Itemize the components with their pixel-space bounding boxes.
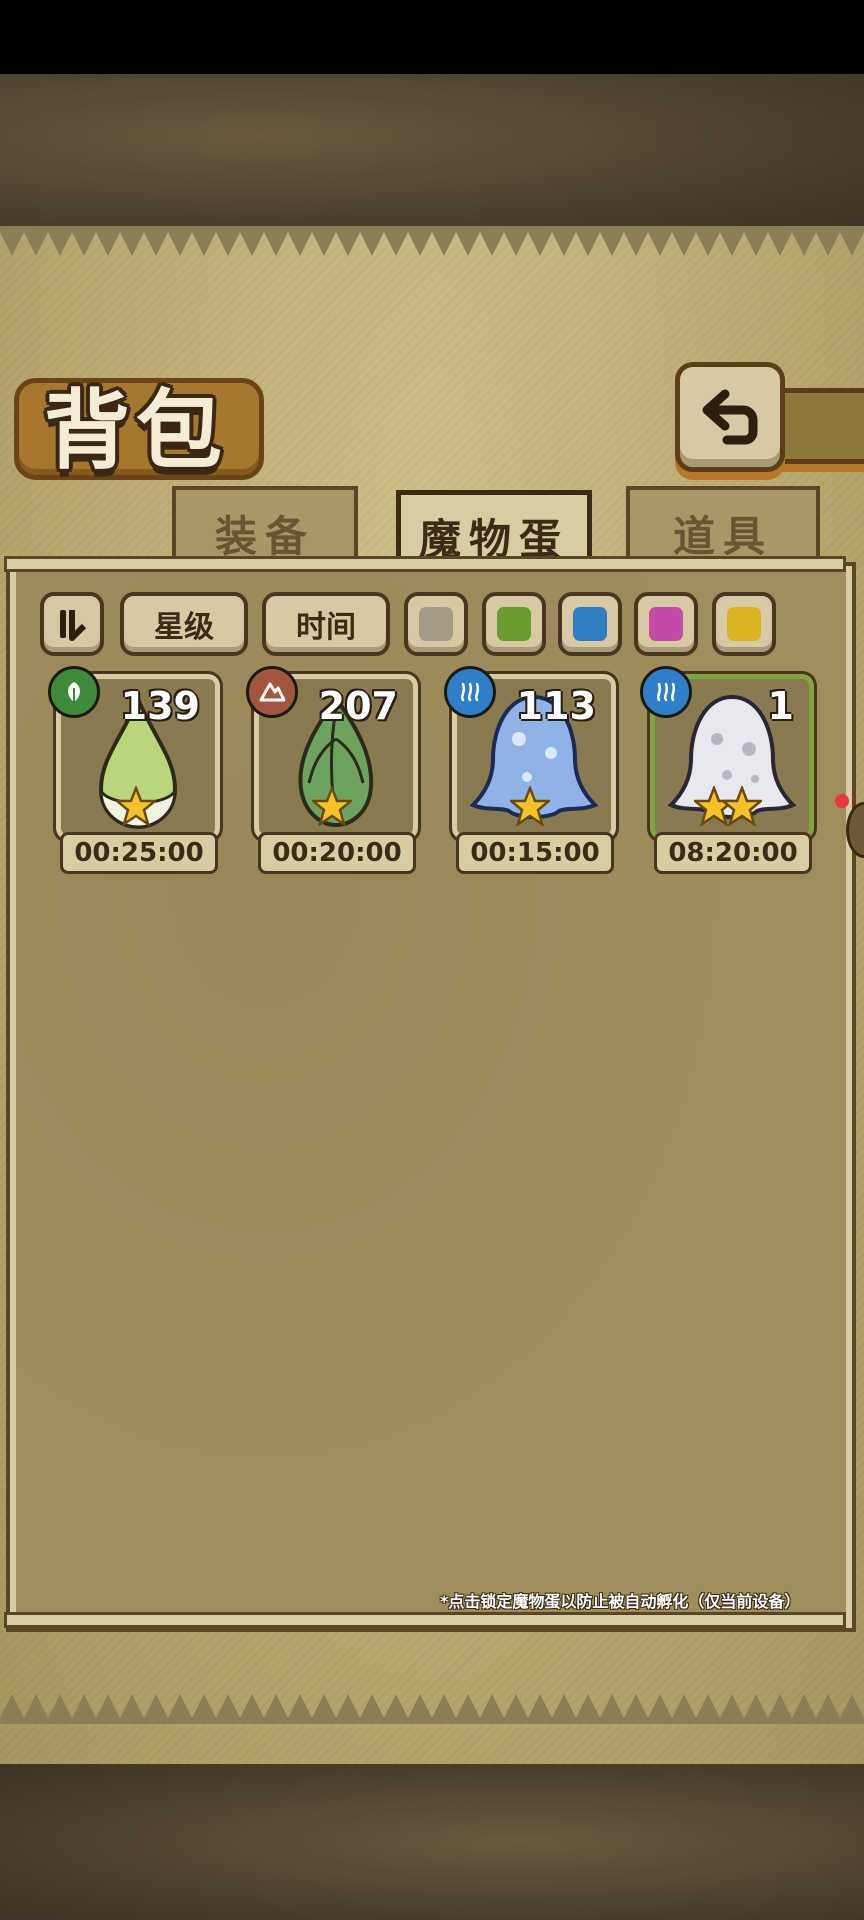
- panel-rail-top: [4, 556, 846, 572]
- star-icon: [113, 784, 159, 830]
- yellow-filter-swatch: [727, 607, 761, 641]
- lock-hint-text: *点击锁定魔物蛋以防止被自动孵化（仅当前设备）: [440, 1592, 801, 1611]
- egg-timer: 00:25:00: [60, 832, 218, 874]
- leaf-icon: [48, 666, 100, 718]
- egg-timer: 08:20:00: [654, 832, 812, 874]
- mountain-icon: [246, 666, 298, 718]
- status-bar: [0, 0, 864, 74]
- map-background-top: [0, 74, 864, 230]
- egg-count: 113: [516, 684, 596, 728]
- star-icon: [309, 784, 355, 830]
- egg-timer: 00:20:00: [258, 832, 416, 874]
- sort-toggle-icon: [60, 610, 87, 641]
- page-title: 背包: [44, 381, 228, 481]
- egg-count: 139: [120, 684, 200, 728]
- egg-count: 207: [318, 684, 398, 728]
- notification-dot: [835, 794, 849, 808]
- egg-count: 1: [767, 684, 794, 728]
- back-button[interactable]: [675, 362, 785, 472]
- gray-filter-swatch: [419, 607, 453, 641]
- panel-rail-bottom: [4, 1612, 846, 1628]
- zigzag-border-bottom: [0, 1694, 864, 1724]
- steam-icon: [640, 666, 692, 718]
- yellow-filter-button[interactable]: [712, 592, 776, 656]
- sort-toggle-button[interactable]: [40, 592, 104, 656]
- sort-by-time-button[interactable]: 时间: [262, 592, 390, 656]
- green-filter-swatch: [497, 607, 531, 641]
- green-filter-button[interactable]: [482, 592, 546, 656]
- blue-filter-swatch: [573, 607, 607, 641]
- map-background-bottom: [0, 1764, 864, 1920]
- zigzag-border-top: [0, 226, 864, 256]
- gray-filter-button[interactable]: [404, 592, 468, 656]
- star-icon: [507, 784, 553, 830]
- pink-filter-button[interactable]: [634, 592, 698, 656]
- sort-by-star-button[interactable]: 星级: [120, 592, 248, 656]
- steam-icon: [444, 666, 496, 718]
- star-icon: [719, 784, 765, 830]
- back-arrow-icon: [702, 389, 758, 445]
- egg-timer: 00:15:00: [456, 832, 614, 874]
- blue-filter-button[interactable]: [558, 592, 622, 656]
- pink-filter-swatch: [649, 607, 683, 641]
